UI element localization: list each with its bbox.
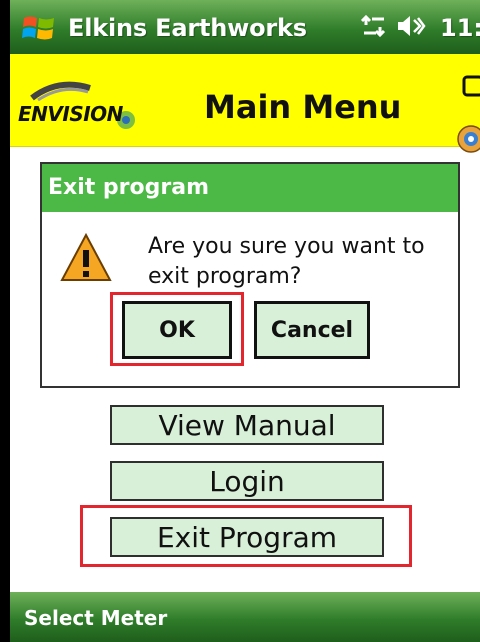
device-screen: Elkins Earthworks 11:45 ENVISION <box>10 0 480 642</box>
title-bar: Elkins Earthworks 11:45 <box>10 0 480 54</box>
globe-icon[interactable] <box>456 124 480 154</box>
cancel-button[interactable]: Cancel <box>254 301 370 359</box>
window-title: Elkins Earthworks <box>68 14 307 42</box>
battery-icon[interactable] <box>462 74 480 98</box>
warning-icon <box>60 232 112 281</box>
dialog-title: Exit program <box>42 164 458 212</box>
select-meter-softkey[interactable]: Select Meter <box>24 606 167 630</box>
exit-dialog: Exit program Are you sure you want to ex… <box>40 162 460 388</box>
dialog-message: Are you sure you want to exit program? <box>148 234 425 289</box>
app-header: ENVISION Main Menu <box>10 54 480 147</box>
logo-text: ENVISION <box>18 102 123 126</box>
clock: 11:45 <box>440 14 480 42</box>
view-manual-button[interactable]: View Manual <box>110 405 384 445</box>
volume-icon[interactable] <box>396 13 426 39</box>
exit-program-button[interactable]: Exit Program <box>110 517 384 557</box>
windows-start-icon[interactable] <box>22 13 56 43</box>
ok-button[interactable]: OK <box>122 301 232 359</box>
page-title: Main Menu <box>204 88 402 126</box>
connectivity-icon[interactable] <box>360 13 388 39</box>
status-icons <box>360 13 426 39</box>
envision-logo: ENVISION <box>18 74 150 138</box>
softkey-bar: Select Meter <box>10 592 480 642</box>
login-button[interactable]: Login <box>110 461 384 501</box>
